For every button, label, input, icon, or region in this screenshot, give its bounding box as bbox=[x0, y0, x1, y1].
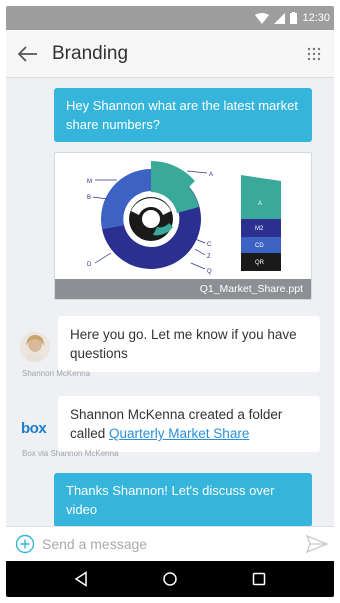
box-logo: box bbox=[21, 420, 47, 437]
chart-label-m: M bbox=[87, 179, 92, 185]
avatar-photo bbox=[20, 332, 50, 362]
square-recents-icon bbox=[253, 572, 266, 586]
bar-label-a: A bbox=[258, 201, 262, 207]
message-list[interactable]: Hey Shannon what are the latest market s… bbox=[6, 78, 334, 527]
incoming-system-message[interactable]: Shannon McKenna created a folder called … bbox=[58, 396, 320, 452]
chart-label-a: A bbox=[209, 172, 213, 178]
conversation-title: Branding bbox=[52, 42, 129, 64]
nav-home-button[interactable] bbox=[150, 561, 190, 597]
grid-icon bbox=[307, 47, 321, 60]
stacked-bar-a bbox=[241, 175, 281, 219]
attachment-filename: Q1_Market_Share.ppt bbox=[55, 279, 311, 299]
add-attachment-button[interactable] bbox=[10, 527, 40, 562]
navigation-bar bbox=[6, 561, 334, 597]
triangle-back-icon bbox=[74, 571, 87, 587]
chart-label-c: C bbox=[207, 242, 212, 248]
status-bar: 12:30 bbox=[6, 6, 334, 30]
message-text: Here you go. Let me know if you have que… bbox=[70, 327, 297, 361]
avatar[interactable] bbox=[20, 332, 50, 362]
sender-name: Shannon McKenna bbox=[22, 369, 91, 378]
bar-label-m2: M2 bbox=[255, 226, 264, 232]
outgoing-message[interactable]: Hey Shannon what are the latest market s… bbox=[54, 88, 312, 142]
grid-menu-button[interactable] bbox=[294, 30, 334, 78]
signal-icon bbox=[274, 12, 286, 24]
message-text: Thanks Shannon! Let's discuss over video bbox=[66, 483, 275, 517]
file-attachment[interactable]: M B D A C Z Q A M2 CD QR Q1_Market_Share… bbox=[54, 152, 312, 300]
chart-label-q: Q bbox=[207, 269, 212, 275]
app-bar: Branding bbox=[6, 30, 334, 78]
nav-recents-button[interactable] bbox=[239, 561, 279, 597]
nav-back-button[interactable] bbox=[61, 561, 101, 597]
message-input[interactable] bbox=[42, 536, 300, 552]
bar-label-qr: QR bbox=[255, 260, 265, 266]
incoming-message[interactable]: Here you go. Let me know if you have que… bbox=[58, 316, 320, 372]
wifi-icon bbox=[255, 12, 270, 24]
presentation-thumbnail: M B D A C Z Q A M2 CD QR bbox=[87, 160, 281, 275]
circle-home-icon bbox=[163, 572, 177, 586]
bar-label-cd: CD bbox=[255, 243, 264, 249]
message-composer bbox=[6, 526, 334, 561]
arrow-left-icon bbox=[18, 45, 37, 62]
folder-link[interactable]: Quarterly Market Share bbox=[109, 426, 249, 441]
sender-name: Box via Shannon McKenna bbox=[22, 449, 119, 458]
phone-screen: 12:30 Branding Hey Shannon what are the … bbox=[6, 6, 334, 597]
message-text: Hey Shannon what are the latest market s… bbox=[66, 98, 298, 132]
send-button[interactable] bbox=[300, 527, 334, 562]
outgoing-message[interactable]: Thanks Shannon! Let's discuss over video bbox=[54, 473, 312, 527]
chart-label-z: Z bbox=[207, 254, 211, 260]
status-time: 12:30 bbox=[302, 12, 330, 24]
back-button[interactable] bbox=[8, 30, 48, 78]
chart-label-b: B bbox=[87, 195, 91, 201]
send-icon bbox=[306, 535, 328, 553]
chart-label-d: D bbox=[87, 262, 92, 268]
battery-icon bbox=[290, 12, 298, 24]
plus-circle-icon bbox=[15, 534, 35, 554]
